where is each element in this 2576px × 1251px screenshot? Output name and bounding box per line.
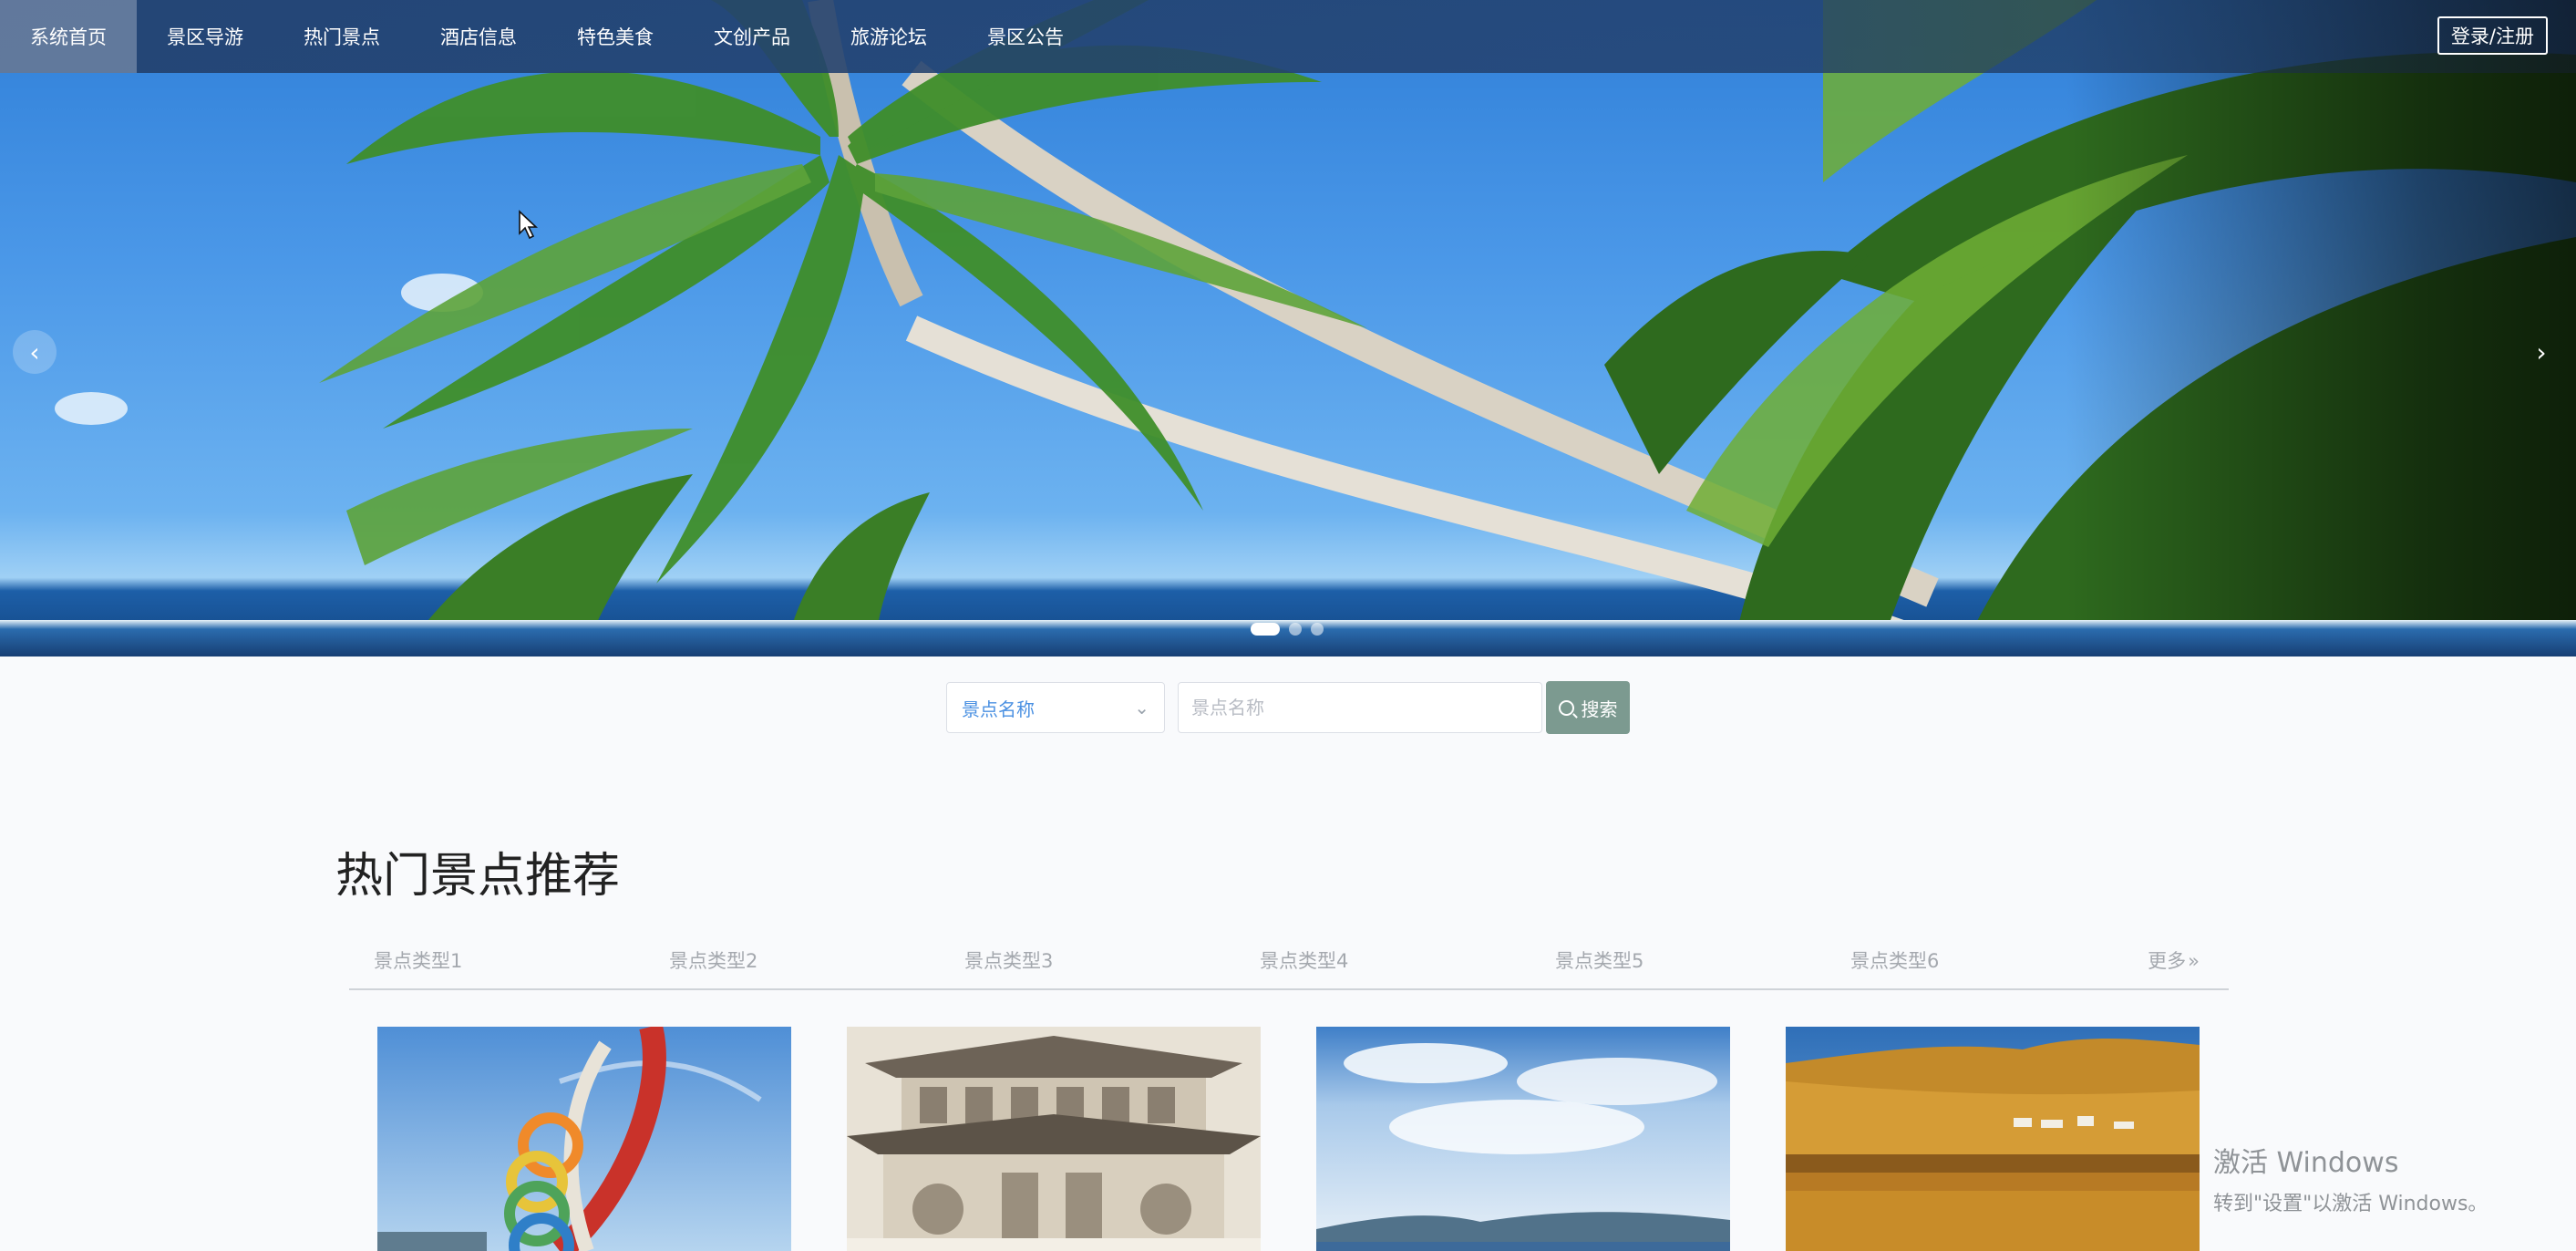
search-icon — [1558, 699, 1574, 716]
carousel-dot-2[interactable] — [1289, 623, 1302, 636]
nav-item-guide[interactable]: 景区导游 — [137, 0, 273, 73]
spot-card[interactable] — [1786, 1027, 2200, 1251]
section-title: 热门景点推荐 — [335, 849, 621, 904]
spot-card[interactable] — [377, 1027, 791, 1251]
carousel-dot-3[interactable] — [1311, 623, 1324, 636]
tab-spot-type-3[interactable]: 景点类型3 — [964, 946, 1053, 974]
hero-banner — [0, 0, 2576, 657]
nav-item-food[interactable]: 特色美食 — [547, 0, 684, 73]
tab-spot-type-1[interactable]: 景点类型1 — [374, 946, 462, 974]
tab-spot-type-6[interactable]: 景点类型6 — [1850, 946, 1939, 974]
banner-shade — [2066, 0, 2576, 657]
login-register-button[interactable]: 登录/注册 — [2437, 16, 2548, 55]
watermark-subtitle: 转到"设置"以激活 Windows。 — [2213, 1193, 2488, 1215]
carousel-indicators — [1251, 623, 1324, 636]
nav-item-hotels[interactable]: 酒店信息 — [410, 0, 547, 73]
more-link[interactable]: 更多» — [2148, 946, 2200, 974]
chevron-left-icon: ‹ — [29, 336, 40, 367]
carousel-next-button[interactable]: › — [2519, 330, 2563, 374]
chevron-right-icon: › — [2536, 336, 2547, 367]
select-value: 景点名称 — [962, 698, 1035, 720]
search-input[interactable] — [1178, 682, 1542, 733]
spot-type-tabs: 景点类型1 景点类型2 景点类型3 景点类型4 景点类型5 景点类型6 更多» — [349, 941, 2229, 990]
nav-item-products[interactable]: 文创产品 — [684, 0, 820, 73]
double-chevron-right-icon: » — [2188, 950, 2200, 972]
more-label: 更多 — [2148, 950, 2187, 972]
carousel-dot-1[interactable] — [1251, 623, 1280, 636]
top-navigation: 系统首页 景区导游 热门景点 酒店信息 特色美食 文创产品 旅游论坛 景区公告 … — [0, 0, 2576, 73]
mouse-cursor-icon — [519, 210, 538, 240]
search-bar: 景点名称 ⌄ 搜索 — [946, 681, 1630, 734]
nav-item-hot-spots[interactable]: 热门景点 — [273, 0, 410, 73]
search-button-label: 搜索 — [1581, 698, 1618, 720]
golden-grassland-image — [1786, 1027, 2200, 1251]
lake-mountains-image — [1316, 1027, 1730, 1251]
nav-item-forum[interactable]: 旅游论坛 — [820, 0, 957, 73]
search-field-select[interactable]: 景点名称 ⌄ — [946, 682, 1165, 733]
spot-card[interactable] — [847, 1027, 1261, 1251]
watermark-title: 激活 Windows — [2213, 1147, 2399, 1179]
ancient-pavilion-image — [847, 1027, 1261, 1251]
nav-item-notices[interactable]: 景区公告 — [957, 0, 1094, 73]
carousel-prev-button[interactable]: ‹ — [13, 330, 57, 374]
tab-spot-type-4[interactable]: 景点类型4 — [1260, 946, 1348, 974]
tab-spot-type-2[interactable]: 景点类型2 — [669, 946, 757, 974]
windows-activation-watermark: 激活 Windows 转到"设置"以激活 Windows。 — [2213, 1140, 2488, 1216]
search-button[interactable]: 搜索 — [1546, 681, 1630, 734]
tab-spot-type-5[interactable]: 景点类型5 — [1555, 946, 1643, 974]
nav-item-home[interactable]: 系统首页 — [0, 0, 137, 73]
spot-card[interactable] — [1316, 1027, 1730, 1251]
ring-sculpture-image — [377, 1027, 791, 1251]
chevron-down-icon: ⌄ — [1134, 697, 1149, 719]
